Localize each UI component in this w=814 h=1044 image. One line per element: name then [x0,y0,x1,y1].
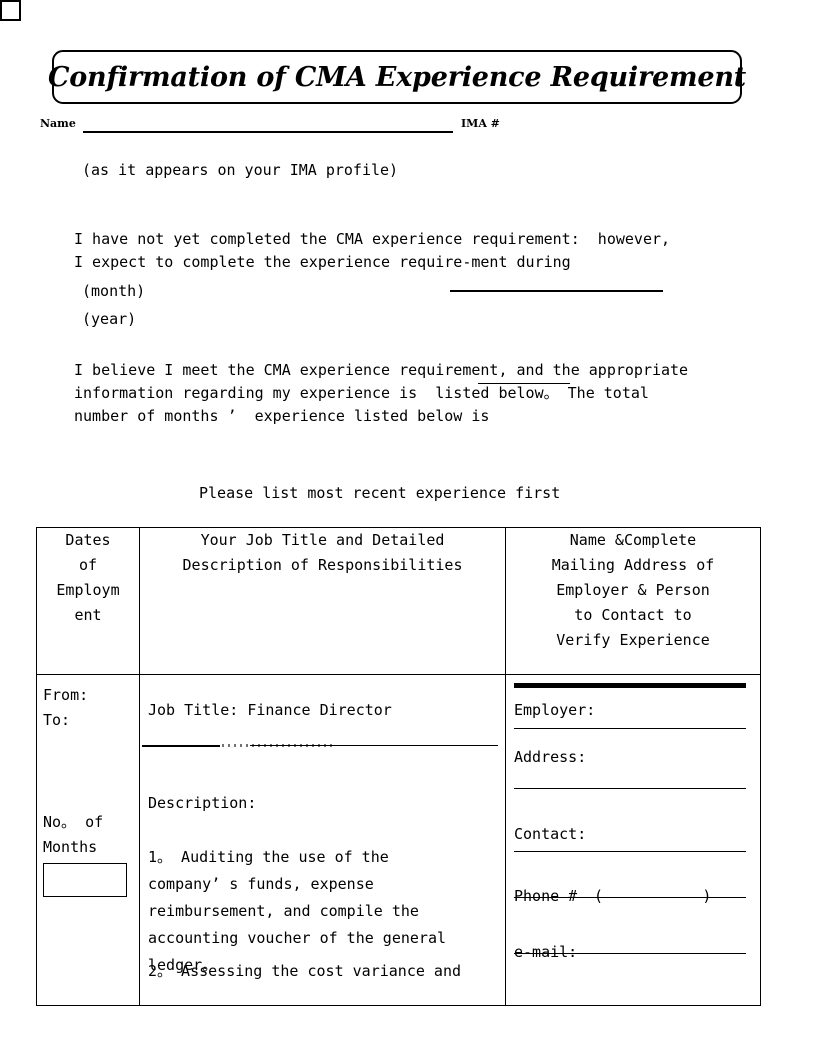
header-dates-of-employment: Dates of Employm ent [36,527,140,675]
phone-label: Phone # [514,887,587,905]
instruction-text: Please list most recent experience first [199,484,561,502]
header-job-title-description: Your Job Title and Detailed Description … [139,527,506,675]
checkbox-meets-requirement[interactable] [0,0,21,21]
cell-employer-contact: Employer: Address: Contact: Phone # ( ) … [505,674,761,1006]
overlapping-rule-listed-below [478,383,570,384]
employer-label: Employer: [514,701,596,719]
description-heading: Description: [148,794,257,812]
profile-note: (as it appears on your IMA profile) [82,161,399,179]
to-label: To: [43,711,71,729]
number-of-months-label: No。 of Months [43,813,104,856]
table-row: From: To: No。 of Months Job Title: Finan… [36,674,761,1006]
name-label: Name [40,117,76,130]
cell-job-description: Job Title: Finance Director Description:… [139,674,506,1006]
email-label: e-mail: [514,943,578,961]
ima-number-label: IMA # [461,117,500,130]
address-label: Address: [514,748,587,766]
contact-input-rule[interactable] [514,851,746,852]
table-header-row: Dates of Employm ent Your Job Title and … [36,527,761,675]
number-of-months-input[interactable] [43,863,127,897]
phone-area-code-parens: ( ) [594,887,712,905]
paragraph-not-completed: I have not yet completed the CMA experie… [74,230,671,271]
name-ima-row: Name IMA # [40,117,780,135]
contact-label: Contact: [514,825,587,843]
cell-dates-of-employment: From: To: No。 of Months [36,674,140,1006]
experience-table: Dates of Employm ent Your Job Title and … [36,527,761,1006]
paragraph-meets-requirement: I believe I meet the CMA experience requ… [74,361,689,425]
month-label: (month) [82,282,146,300]
year-label: (year) [82,310,137,328]
job-title-rule-left [142,745,220,747]
description-item-2: 2。 Assessing the cost variance and [148,962,462,980]
phone-input-rule[interactable] [514,897,746,898]
name-input-rule[interactable] [83,131,453,133]
month-year-input-rule[interactable] [450,290,663,292]
job-title-value: Job Title: Finance Director [148,701,392,719]
employer-input-rule[interactable] [514,728,746,729]
header-employer-contact: Name &Complete Mailing Address of Employ… [505,527,761,675]
page-title: Confirmation of CMA Experience Requireme… [47,61,747,93]
email-input-rule[interactable] [514,953,746,954]
from-label: From: [43,686,89,704]
redaction-bar [514,683,746,688]
address-input-rule[interactable] [514,788,746,789]
job-title-rule-right [250,745,498,746]
document-title-box: Confirmation of CMA Experience Requireme… [48,50,746,104]
document-page: Confirmation of CMA Experience Requireme… [0,0,814,1044]
